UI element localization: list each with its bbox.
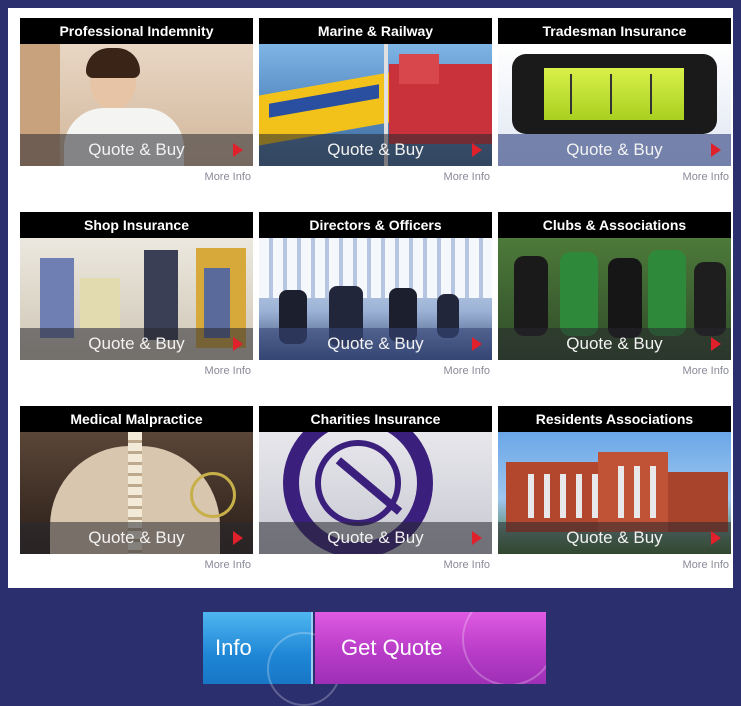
red-arrow-right-icon — [472, 143, 482, 157]
tile-marine-railway: Marine & Railway Quote & Buy More Info — [259, 18, 492, 186]
tile-professional-indemnity: Professional Indemnity Quote & Buy More … — [20, 18, 253, 186]
more-info-link[interactable]: More Info — [20, 554, 253, 574]
more-info-link[interactable]: More Info — [20, 166, 253, 186]
info-button[interactable]: Info — [203, 612, 341, 706]
tile-title: Medical Malpractice — [20, 406, 253, 432]
quote-and-buy-label: Quote & Buy — [88, 528, 185, 547]
tile-charities-insurance: Charities Insurance Quote & Buy More Inf… — [259, 406, 492, 574]
tile-title: Tradesman Insurance — [498, 18, 731, 44]
tile-residents-associations: Residents Associations Quote & Buy More … — [498, 406, 731, 574]
tile-medical-malpractice: Medical Malpractice Quote & Buy More Inf… — [20, 406, 253, 574]
tile-title: Marine & Railway — [259, 18, 492, 44]
more-info-link[interactable]: More Info — [498, 166, 731, 186]
red-arrow-right-icon — [233, 531, 243, 545]
red-arrow-right-icon — [233, 143, 243, 157]
quote-and-buy-label: Quote & Buy — [88, 140, 185, 159]
tile-image-apartment-buildings: Quote & Buy — [498, 432, 731, 554]
red-arrow-right-icon — [233, 337, 243, 351]
tile-image-train-ship: Quote & Buy — [259, 44, 492, 166]
tile-shop-insurance: Shop Insurance Quote & Buy More Info — [20, 212, 253, 380]
quote-and-buy-label: Quote & Buy — [566, 140, 663, 159]
red-arrow-right-icon — [472, 531, 482, 545]
decorative-ring-icon — [462, 612, 546, 684]
tile-image-boardroom: Quote & Buy — [259, 238, 492, 360]
tile-title: Clubs & Associations — [498, 212, 731, 238]
more-info-link[interactable]: More Info — [20, 360, 253, 380]
tile-title: Shop Insurance — [20, 212, 253, 238]
tile-title: Directors & Officers — [259, 212, 492, 238]
quote-and-buy-button[interactable]: Quote & Buy — [20, 134, 253, 166]
get-quote-button[interactable]: Get Quote — [315, 612, 546, 684]
quote-and-buy-button[interactable]: Quote & Buy — [259, 522, 492, 554]
red-arrow-right-icon — [711, 143, 721, 157]
tile-image-businesswoman: Quote & Buy — [20, 44, 253, 166]
more-info-link[interactable]: More Info — [259, 554, 492, 574]
quote-and-buy-button[interactable]: Quote & Buy — [20, 328, 253, 360]
tile-image-xray-spine: Quote & Buy — [20, 432, 253, 554]
tile-image-clothing-store: Quote & Buy — [20, 238, 253, 360]
quote-and-buy-button[interactable]: Quote & Buy — [498, 134, 731, 166]
more-info-link[interactable]: More Info — [498, 554, 731, 574]
tile-tradesman-insurance: Tradesman Insurance Quote & Buy More Inf… — [498, 18, 731, 186]
quote-and-buy-label: Quote & Buy — [327, 140, 424, 159]
footer-actions: Info Get Quote — [203, 612, 546, 706]
more-info-link[interactable]: More Info — [259, 360, 492, 380]
quote-and-buy-label: Quote & Buy — [88, 334, 185, 353]
more-info-link[interactable]: More Info — [498, 360, 731, 380]
tile-directors-officers: Directors & Officers Quote & Buy More In… — [259, 212, 492, 380]
quote-and-buy-button[interactable]: Quote & Buy — [259, 328, 492, 360]
quote-and-buy-button[interactable]: Quote & Buy — [20, 522, 253, 554]
red-arrow-right-icon — [711, 531, 721, 545]
tile-title: Professional Indemnity — [20, 18, 253, 44]
quote-and-buy-label: Quote & Buy — [566, 334, 663, 353]
more-info-link[interactable]: More Info — [259, 166, 492, 186]
tile-image-spirit-level: Quote & Buy — [498, 44, 731, 166]
info-button-label: Info — [215, 635, 252, 660]
quote-and-buy-button[interactable]: Quote & Buy — [498, 328, 731, 360]
quote-and-buy-button[interactable]: Quote & Buy — [259, 134, 492, 166]
quote-and-buy-label: Quote & Buy — [327, 334, 424, 353]
tile-image-thank-you-stamp: Quote & Buy — [259, 432, 492, 554]
quote-and-buy-label: Quote & Buy — [566, 528, 663, 547]
quote-and-buy-button[interactable]: Quote & Buy — [498, 522, 731, 554]
product-panel: Professional Indemnity Quote & Buy More … — [8, 8, 733, 588]
tile-title: Charities Insurance — [259, 406, 492, 432]
quote-and-buy-label: Quote & Buy — [327, 528, 424, 547]
red-arrow-right-icon — [472, 337, 482, 351]
get-quote-button-label: Get Quote — [341, 635, 443, 660]
tile-clubs-associations: Clubs & Associations Quote & Buy More In… — [498, 212, 731, 380]
red-arrow-right-icon — [711, 337, 721, 351]
tile-image-rugby-players: Quote & Buy — [498, 238, 731, 360]
tile-title: Residents Associations — [498, 406, 731, 432]
